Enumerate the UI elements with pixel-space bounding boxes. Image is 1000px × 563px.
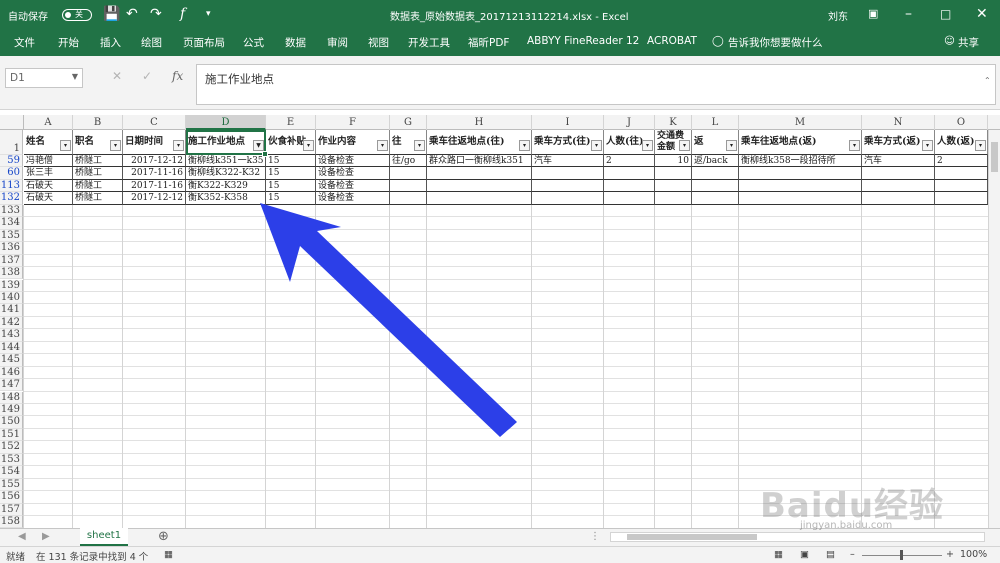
add-sheet-icon[interactable]: ⊕: [158, 529, 169, 544]
horizontal-scrollbar[interactable]: [610, 532, 985, 542]
zoom-out-icon[interactable]: –: [850, 549, 855, 560]
status-bar: 就绪 在 131 条记录中找到 4 个 ▦ ▦ ▣ ▤ – + 100%: [0, 546, 1000, 563]
status-mode: 就绪: [6, 552, 26, 563]
zoom-slider-thumb[interactable]: [900, 550, 903, 560]
page-break-view-icon[interactable]: ▤: [826, 549, 835, 560]
excel-window: 自动保存 关 💾 ↶ ↷ f ▾ 数据表_原始数据表_2017121311221…: [0, 0, 1000, 563]
blue-arrow-icon: [260, 203, 517, 437]
vertical-scrollbar[interactable]: [988, 130, 1000, 528]
scroll-right-icon[interactable]: ▶: [42, 531, 50, 542]
scroll-left-icon[interactable]: ◀: [18, 531, 26, 542]
horizontal-scroll-thumb[interactable]: [627, 534, 757, 540]
zoom-level[interactable]: 100%: [960, 549, 987, 560]
zoom-in-icon[interactable]: +: [946, 549, 954, 560]
baidu-watermark-url: jingyan.baidu.com: [800, 520, 893, 531]
normal-view-icon[interactable]: ▦: [774, 549, 783, 560]
macro-record-icon[interactable]: ▦: [164, 549, 173, 560]
vertical-scroll-thumb[interactable]: [991, 142, 998, 172]
status-message: 在 131 条记录中找到 4 个: [36, 552, 149, 563]
tab-split-icon[interactable]: ⋮: [590, 531, 600, 542]
sheet-tab-sheet1[interactable]: sheet1: [80, 528, 128, 546]
page-layout-view-icon[interactable]: ▣: [800, 549, 809, 560]
